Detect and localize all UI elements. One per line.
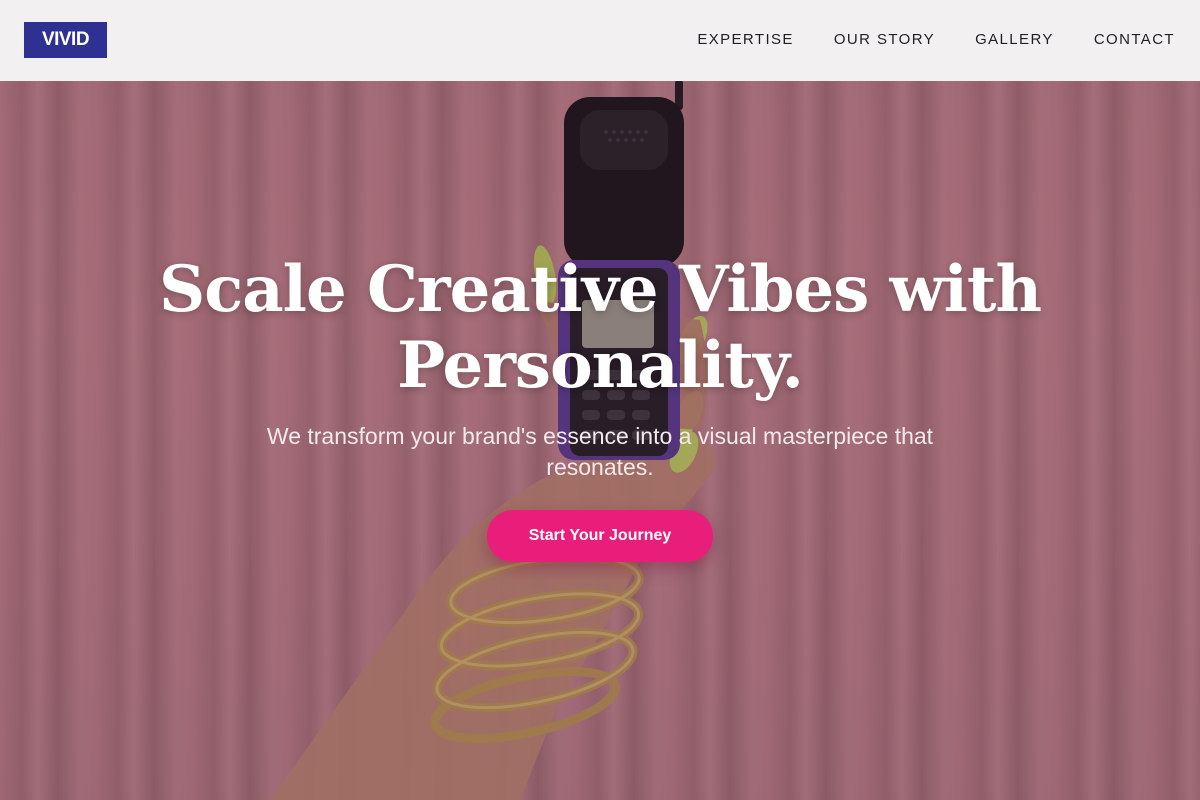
nav-link-expertise[interactable]: EXPERTISE bbox=[697, 31, 794, 49]
start-your-journey-button[interactable]: Start Your Journey bbox=[487, 510, 713, 562]
nav-link-gallery[interactable]: GALLERY bbox=[975, 31, 1054, 49]
nav-link-contact[interactable]: CONTACT bbox=[1094, 31, 1175, 49]
hero-headline: Scale Creative Vibes with Personality. bbox=[159, 252, 1042, 403]
nav-link-our-story[interactable]: OUR STORY bbox=[834, 31, 935, 49]
site-header: VIVID EXPERTISE OUR STORY GALLERY CONTAC… bbox=[0, 0, 1200, 81]
hero-section: Scale Creative Vibes with Personality. W… bbox=[0, 0, 1200, 800]
hero-subheadline: We transform your brand's essence into a… bbox=[266, 423, 934, 480]
main-nav: EXPERTISE OUR STORY GALLERY CONTACT bbox=[697, 31, 1175, 49]
vivid-logo[interactable]: VIVID bbox=[24, 22, 107, 58]
